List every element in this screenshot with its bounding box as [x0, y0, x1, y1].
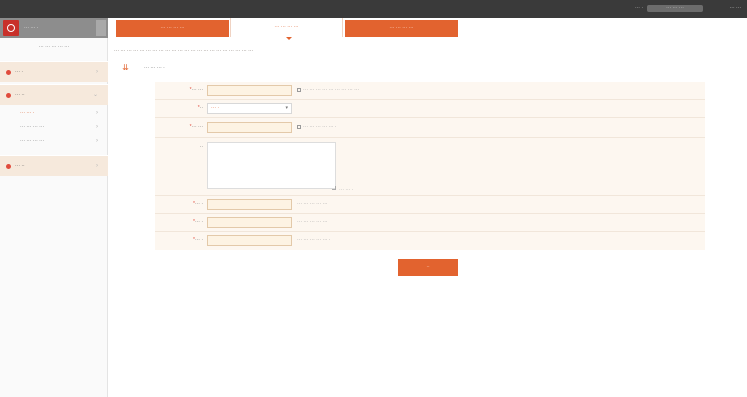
field-hint: ··· ··· ··· ··· ···	[297, 219, 328, 225]
logo-icon	[3, 20, 19, 36]
field-label: *··	[197, 105, 203, 111]
sidebar: ··· ··· · ··· ··· ··· ··· ··· ··· · › ··…	[0, 18, 108, 397]
user-label: ··· ·	[634, 5, 643, 11]
field-hint: ··· ··· ··· ··· ··· ·	[297, 124, 337, 130]
sidebar-menu-label: ··· ·	[15, 69, 24, 75]
text-input-5[interactable]	[207, 199, 292, 210]
field-label: ··	[199, 144, 203, 150]
char-count: ··· ··· ·	[339, 187, 354, 193]
sidebar-submenu-3[interactable]: ··· ··· ··· ··· ›	[0, 136, 108, 147]
tab-2-active[interactable]: ··· ··· ··· ···	[230, 18, 343, 37]
sidebar-title: ··· ··· ·	[24, 25, 39, 31]
sidebar-menu-3[interactable]: ··· ·· ›	[0, 155, 108, 176]
active-tab-caret-icon	[286, 37, 292, 40]
resize-handle-icon[interactable]	[332, 186, 336, 190]
sidebar-subtitle[interactable]: ··· ··· ··· ··· ···	[0, 40, 108, 54]
form-row-3: *··· ··· ··· ··· ··· ··· ··· ·	[155, 118, 705, 138]
info-icon	[297, 88, 301, 92]
form-row-6: *··· · ··· ··· ··· ··· ···	[155, 214, 705, 232]
red-dot-icon	[6, 70, 11, 75]
user-name[interactable]: ··· ··· ···	[647, 5, 703, 12]
field-hint: ··· ··· ··· ··· ···	[297, 201, 328, 207]
submit-button[interactable]: ··	[398, 259, 458, 276]
top-bar: ··· · ··· ··· ··· ··· ···	[0, 0, 747, 18]
chevron-right-icon: ›	[96, 110, 98, 116]
sidebar-header: ··· ··· ·	[0, 18, 108, 38]
chevron-right-icon: ›	[96, 69, 98, 75]
section-title: ··· ··· ··· ·	[144, 65, 165, 71]
chevron-down-icon: ⌄	[92, 92, 98, 98]
sidebar-submenu-label: ··· ··· ·	[20, 110, 35, 116]
form-row-2: *·· ··· · ▾	[155, 100, 705, 118]
tab-3[interactable]: ··· ··· ··· ···	[345, 20, 458, 37]
sidebar-submenu-label: ··· ··· ··· ···	[20, 124, 45, 130]
arrow-down-icon: ⇊	[122, 63, 129, 72]
info-icon	[297, 125, 301, 129]
sidebar-menu-2[interactable]: ··· ·· ⌄	[0, 84, 108, 105]
sidebar-submenu-1[interactable]: ··· ··· · ›	[0, 108, 108, 119]
chevron-right-icon: ›	[96, 138, 98, 144]
field-label: *··· ···	[189, 87, 203, 93]
form-row-1: *··· ··· ··· ··· ··· ··· ··· ··· ··· ···…	[155, 82, 705, 100]
type-select[interactable]: ··· · ▾	[207, 103, 292, 114]
field-label: *··· ·	[192, 219, 203, 225]
field-label: *··· ···	[189, 124, 203, 130]
form-row-4: ·· ··· ··· ·	[155, 138, 705, 196]
logout-link[interactable]: ··· ···	[730, 5, 741, 12]
red-dot-icon	[6, 164, 11, 169]
field-hint: ··· ··· ··· ··· ··· ··· ··· ··· ···	[297, 87, 359, 93]
chevron-down-icon: ▾	[285, 105, 288, 111]
sidebar-menu-1[interactable]: ··· · ›	[0, 61, 108, 82]
text-input-7[interactable]	[207, 235, 292, 246]
sidebar-submenu-label: ··· ··· ··· ···	[20, 138, 45, 144]
field-label: *··· ·	[192, 201, 203, 207]
field-hint: ··· ··· ··· ··· ··· ·	[297, 237, 331, 243]
tab-bar: ··· ··· ··· ··· ··· ··· ··· ··· ··· ··· …	[116, 18, 460, 37]
sidebar-submenu-2[interactable]: ··· ··· ··· ··· ›	[0, 122, 108, 133]
red-dot-icon	[6, 93, 11, 98]
tab-1[interactable]: ··· ··· ··· ···	[116, 20, 229, 37]
text-input-6[interactable]	[207, 217, 292, 228]
text-input-1[interactable]	[207, 85, 292, 96]
notice-text: ··· ··· ··· ··· ··· ··· ··· ··· ··· ··· …	[114, 48, 254, 54]
sidebar-menu-label: ··· ··	[15, 92, 25, 98]
chevron-right-icon: ›	[96, 124, 98, 130]
text-input-3[interactable]	[207, 122, 292, 133]
sidebar-collapse-button[interactable]	[96, 20, 106, 36]
sidebar-menu-label: ··· ··	[15, 163, 25, 169]
chevron-right-icon: ›	[96, 163, 98, 169]
form-row-5: *··· · ··· ··· ··· ··· ···	[155, 196, 705, 214]
remarks-textarea[interactable]	[207, 142, 336, 189]
form-row-7: *··· · ··· ··· ··· ··· ··· ·	[155, 232, 705, 250]
field-label: *··· ·	[192, 237, 203, 243]
form-panel: *··· ··· ··· ··· ··· ··· ··· ··· ··· ···…	[155, 82, 705, 250]
